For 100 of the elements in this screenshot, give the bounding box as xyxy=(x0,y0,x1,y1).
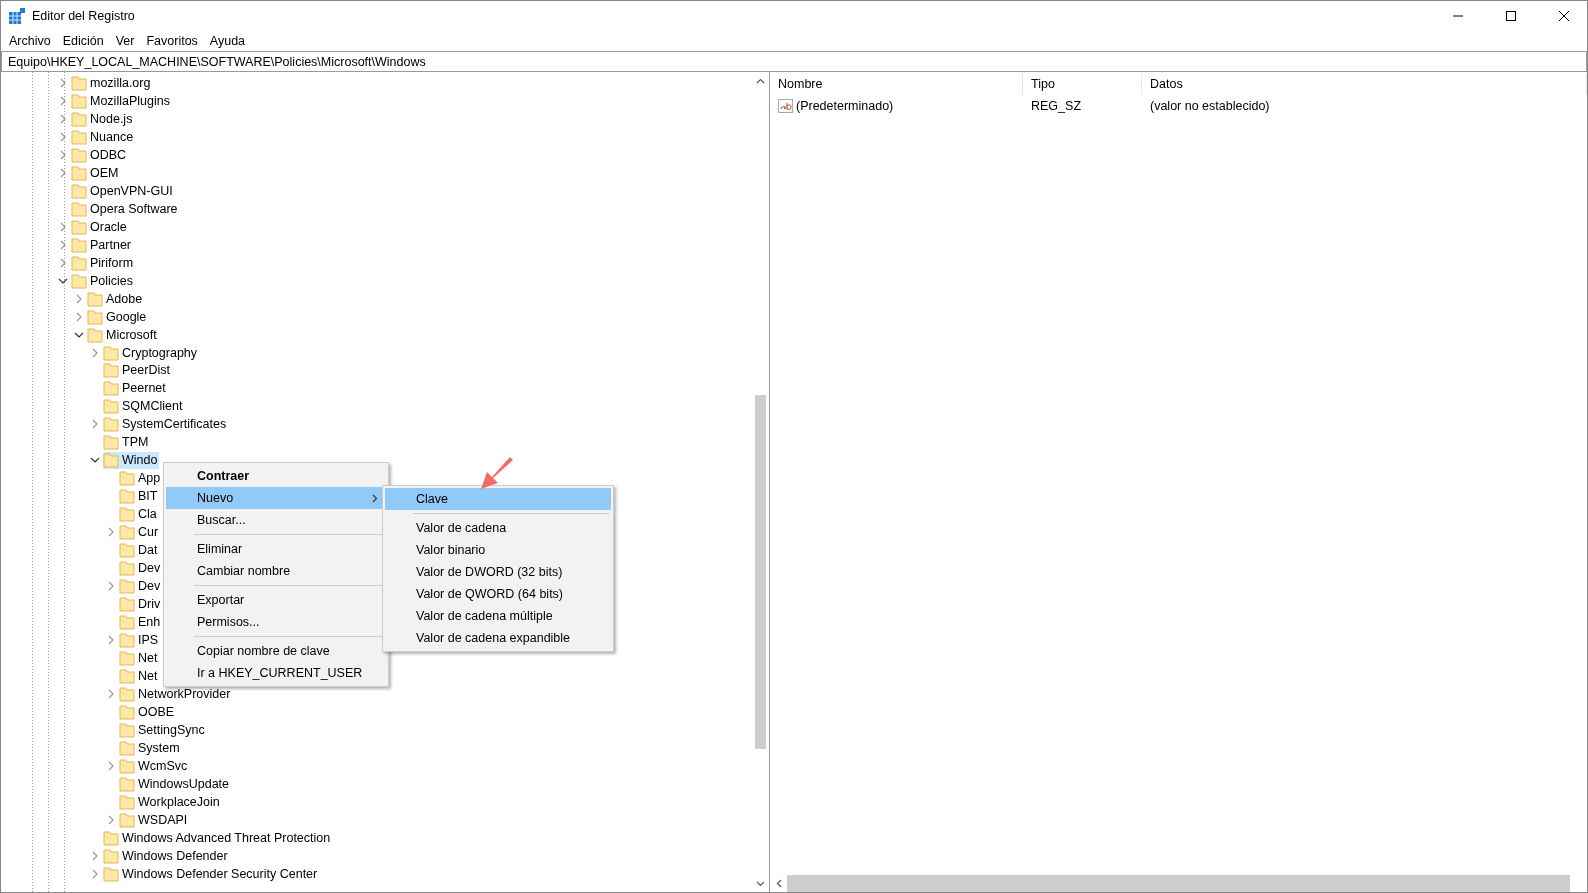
tree-item[interactable]: WindowsUpdate xyxy=(119,775,231,793)
menu-item[interactable]: Edición xyxy=(56,31,110,51)
collapse-chevron-icon[interactable] xyxy=(74,330,84,339)
submenu-item[interactable]: Valor de cadena múltiple xyxy=(385,605,611,627)
tree-item[interactable]: OOBE xyxy=(119,703,177,721)
tree-item[interactable]: App xyxy=(119,469,163,487)
tree-item[interactable]: Cur xyxy=(119,523,161,541)
expand-chevron-icon[interactable] xyxy=(59,113,67,124)
submenu-item[interactable]: Valor de cadena xyxy=(385,517,611,539)
tree-item[interactable]: PeerDist xyxy=(103,362,172,379)
expand-chevron-icon[interactable] xyxy=(59,257,67,268)
column-header[interactable]: Nombre xyxy=(770,73,1023,95)
tree-item[interactable]: Piriform xyxy=(71,254,136,272)
tree-item[interactable]: Dev xyxy=(119,559,163,577)
tree-item[interactable]: NetworkProvider xyxy=(119,685,233,703)
tree-item[interactable]: IPS xyxy=(119,631,161,649)
tree-item[interactable]: mozilla.org xyxy=(71,74,153,92)
context-menu-item[interactable]: Copiar nombre de clave xyxy=(166,640,386,662)
collapse-chevron-icon[interactable] xyxy=(58,276,68,285)
tree-item[interactable]: WSDAPI xyxy=(119,811,190,829)
tree-item[interactable]: WcmSvc xyxy=(119,757,190,775)
expand-chevron-icon[interactable] xyxy=(59,78,67,88)
tree-item[interactable]: Net xyxy=(119,667,160,685)
tree-item[interactable]: Adobe xyxy=(87,290,145,308)
tree-item[interactable]: Windows Advanced Threat Protection xyxy=(103,829,333,847)
expand-chevron-icon[interactable] xyxy=(75,293,83,304)
expand-chevron-icon[interactable] xyxy=(91,850,99,861)
collapse-chevron-icon[interactable] xyxy=(90,456,100,465)
tree-item[interactable]: Windows Defender Security Center xyxy=(103,865,320,883)
menu-item[interactable]: Archivo xyxy=(3,31,57,51)
tree-item[interactable]: Google xyxy=(87,308,149,326)
tree-item[interactable]: Partner xyxy=(71,236,133,254)
column-header[interactable]: Datos xyxy=(1142,73,1587,95)
expand-chevron-icon[interactable] xyxy=(75,311,83,322)
column-header[interactable]: Tipo xyxy=(1023,73,1142,95)
tree-item[interactable]: Microsoft xyxy=(87,326,159,344)
tree-item[interactable]: Windows Defender xyxy=(103,847,230,865)
scroll-up-icon[interactable] xyxy=(756,77,765,84)
expand-chevron-icon[interactable] xyxy=(91,419,99,430)
expand-chevron-icon[interactable] xyxy=(107,527,115,538)
expand-chevron-icon[interactable] xyxy=(59,167,67,178)
tree-item[interactable]: Oracle xyxy=(71,218,129,236)
tree-item[interactable]: Driv xyxy=(119,595,163,613)
tree-item[interactable]: Peernet xyxy=(103,379,168,397)
expand-chevron-icon[interactable] xyxy=(59,239,67,250)
scroll-down-icon[interactable] xyxy=(756,880,765,887)
scroll-left-icon[interactable] xyxy=(775,879,782,888)
tree-item[interactable]: Cryptography xyxy=(103,344,200,361)
tree-item[interactable]: SQMClient xyxy=(103,397,185,415)
expand-chevron-icon[interactable] xyxy=(107,635,115,645)
tree-item[interactable]: Dev xyxy=(119,577,163,595)
expand-chevron-icon[interactable] xyxy=(107,581,115,592)
expand-chevron-icon[interactable] xyxy=(59,131,67,142)
tree-item[interactable]: SystemCertificates xyxy=(103,415,229,433)
tree-item[interactable]: Opera Software xyxy=(71,200,180,218)
expand-chevron-icon[interactable] xyxy=(91,347,99,358)
expand-chevron-icon[interactable] xyxy=(107,814,115,825)
submenu-item[interactable]: Valor binario xyxy=(385,539,611,561)
address-bar[interactable]: Equipo\HKEY_LOCAL_MACHINE\SOFTWARE\Policies\Microsoft\Windows xyxy=(1,51,1587,72)
tree-item[interactable]: Enh xyxy=(119,613,163,631)
context-menu-item[interactable]: Exportar xyxy=(166,589,386,611)
submenu-item[interactable]: Valor de DWORD (32 bits) xyxy=(385,561,611,583)
tree-item[interactable]: Windo xyxy=(103,451,160,469)
context-menu-item[interactable]: Buscar... xyxy=(166,509,386,531)
tree-item[interactable]: MozillaPlugins xyxy=(71,92,172,110)
expand-chevron-icon[interactable] xyxy=(59,95,67,106)
menu-item[interactable]: Favoritos xyxy=(140,31,204,51)
tree-item[interactable]: Policies xyxy=(71,272,136,290)
tree-item[interactable]: BIT xyxy=(119,487,160,505)
submenu-item[interactable]: Valor de QWORD (64 bits) xyxy=(385,583,611,605)
expand-chevron-icon[interactable] xyxy=(59,149,67,160)
submenu-item[interactable]: Valor de cadena expandible xyxy=(385,627,611,649)
context-menu-item[interactable]: Permisos... xyxy=(166,611,386,633)
tree-item[interactable]: OEM xyxy=(71,164,121,182)
tree-item[interactable]: Net xyxy=(119,649,160,667)
submenu-item[interactable]: Clave xyxy=(385,488,611,510)
expand-chevron-icon[interactable] xyxy=(107,688,115,699)
tree-item[interactable]: ODBC xyxy=(71,146,129,164)
menu-item[interactable]: Ver xyxy=(109,31,141,51)
context-menu-item[interactable]: Eliminar xyxy=(166,538,386,560)
horizontal-scrollbar-thumb[interactable] xyxy=(787,875,1570,892)
tree-item[interactable]: WorkplaceJoin xyxy=(119,793,222,811)
tree-item[interactable]: SettingSync xyxy=(119,721,207,739)
menu-item[interactable]: Ayuda xyxy=(203,31,252,51)
context-menu-item[interactable]: Cambiar nombre xyxy=(166,560,386,582)
tree-item[interactable]: System xyxy=(119,739,182,757)
expand-chevron-icon[interactable] xyxy=(59,221,67,232)
tree-item[interactable]: Dat xyxy=(119,541,160,559)
tree-item[interactable]: OpenVPN-GUI xyxy=(71,182,175,200)
context-menu-item[interactable]: Contraer xyxy=(166,465,386,487)
expand-chevron-icon[interactable] xyxy=(107,760,115,771)
context-menu-item[interactable]: Ir a HKEY_CURRENT_USER xyxy=(166,662,386,684)
tree-item[interactable]: Cla xyxy=(119,505,159,523)
tree-item[interactable]: TPM xyxy=(103,433,151,451)
tree-item[interactable]: Node.js xyxy=(71,110,135,128)
folder-icon xyxy=(71,110,87,127)
expand-chevron-icon[interactable] xyxy=(91,868,99,879)
tree-item[interactable]: Nuance xyxy=(71,128,136,146)
value-name-cell[interactable]: (Predeterminado) xyxy=(770,99,1023,113)
scrollbar-thumb[interactable] xyxy=(755,395,766,749)
